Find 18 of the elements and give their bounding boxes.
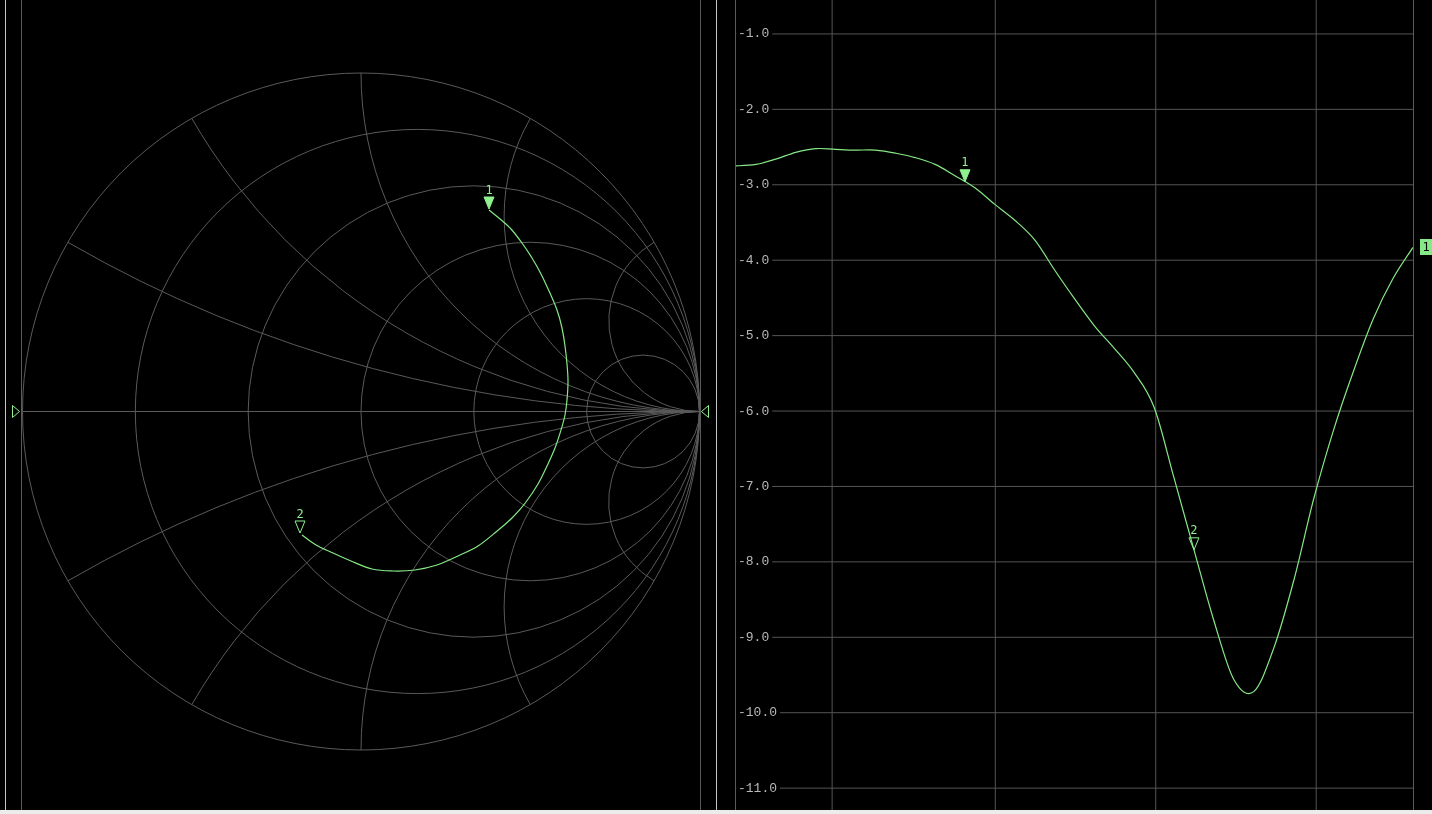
y-tick-label: -4.0 — [738, 252, 770, 268]
y-tick-label: -8.0 — [738, 554, 770, 570]
y-tick-label: -7.0 — [738, 478, 770, 494]
marker-number: 1 — [961, 154, 969, 169]
y-tick-label: -1.0 — [738, 26, 770, 42]
marker-number: 2 — [1190, 522, 1198, 537]
triangle-pointer-icon — [701, 405, 709, 418]
triangle-pointer-icon — [12, 405, 20, 418]
marker-number: 1 — [485, 183, 493, 197]
y-tick-label: -5.0 — [738, 328, 770, 344]
y-tick-label: -11.0 — [738, 780, 777, 796]
y-tick-label: -2.0 — [738, 101, 770, 117]
marker-number: 2 — [296, 507, 304, 521]
y-tick-label: -6.0 — [738, 403, 770, 419]
y-tick-label: -3.0 — [738, 177, 770, 193]
y-tick-label: -10.0 — [738, 705, 777, 721]
y-tick-label: -9.0 — [738, 629, 770, 645]
trace-number-tag: 1 — [1420, 239, 1432, 256]
